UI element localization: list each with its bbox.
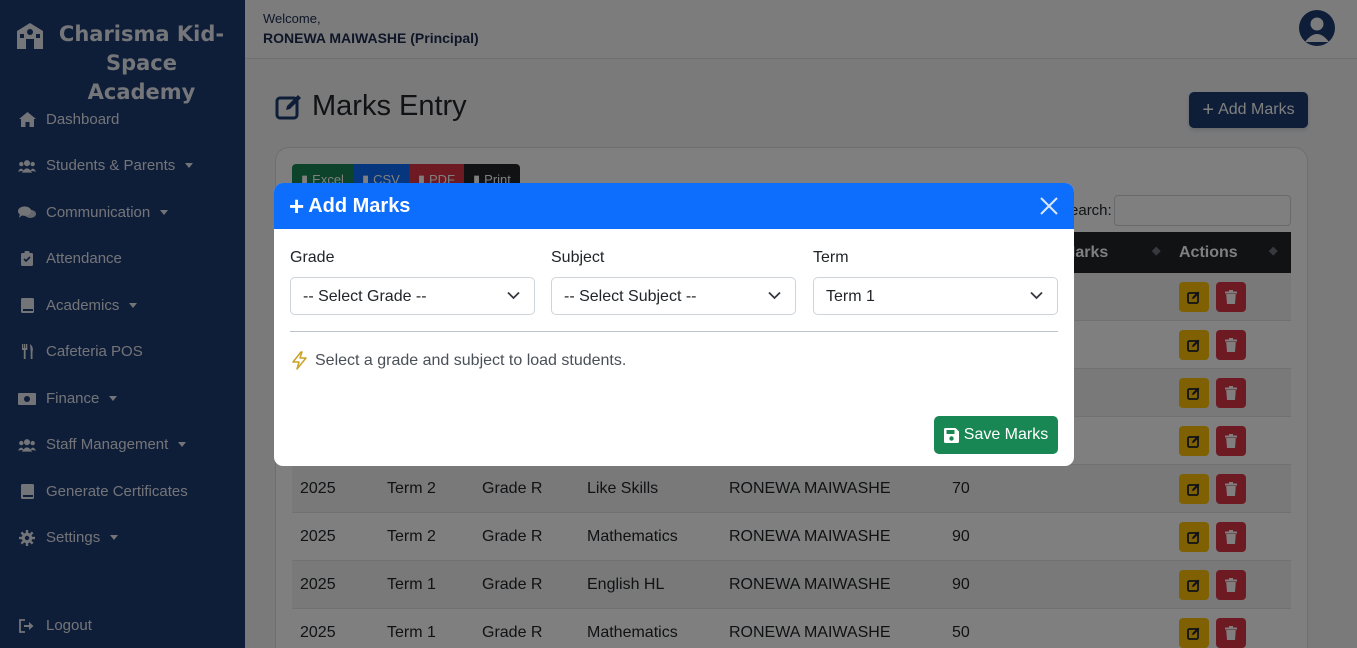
plus-icon: + [289, 191, 305, 221]
grade-select[interactable]: -- Select Grade -- [290, 277, 535, 315]
term-select-value: Term 1 [826, 288, 875, 305]
term-label: Term [813, 249, 849, 266]
load-hint: Select a grade and subject to load stude… [290, 351, 626, 370]
hint-text: Select a grade and subject to load stude… [315, 351, 627, 369]
modal-title: Add Marks [308, 194, 411, 217]
subject-select[interactable]: -- Select Subject -- [551, 277, 796, 315]
add-marks-modal: + Add Marks Grade -- Select Grade -- Sub… [274, 183, 1074, 466]
grade-select-value: -- Select Grade -- [303, 288, 427, 305]
subject-label: Subject [551, 249, 605, 266]
chevron-down-icon [1030, 291, 1043, 300]
save-marks-button[interactable]: Save Marks [934, 416, 1058, 454]
chevron-down-icon [768, 291, 781, 300]
grade-label: Grade [290, 249, 335, 266]
divider [290, 331, 1058, 332]
save-marks-label: Save Marks [963, 426, 1049, 443]
subject-select-value: -- Select Subject -- [564, 288, 697, 305]
chevron-down-icon [507, 291, 520, 300]
close-icon[interactable] [1038, 195, 1060, 217]
term-select[interactable]: Term 1 [813, 277, 1058, 315]
lightning-icon [292, 351, 307, 370]
modal-header: + Add Marks [274, 183, 1074, 229]
save-icon [943, 427, 959, 443]
